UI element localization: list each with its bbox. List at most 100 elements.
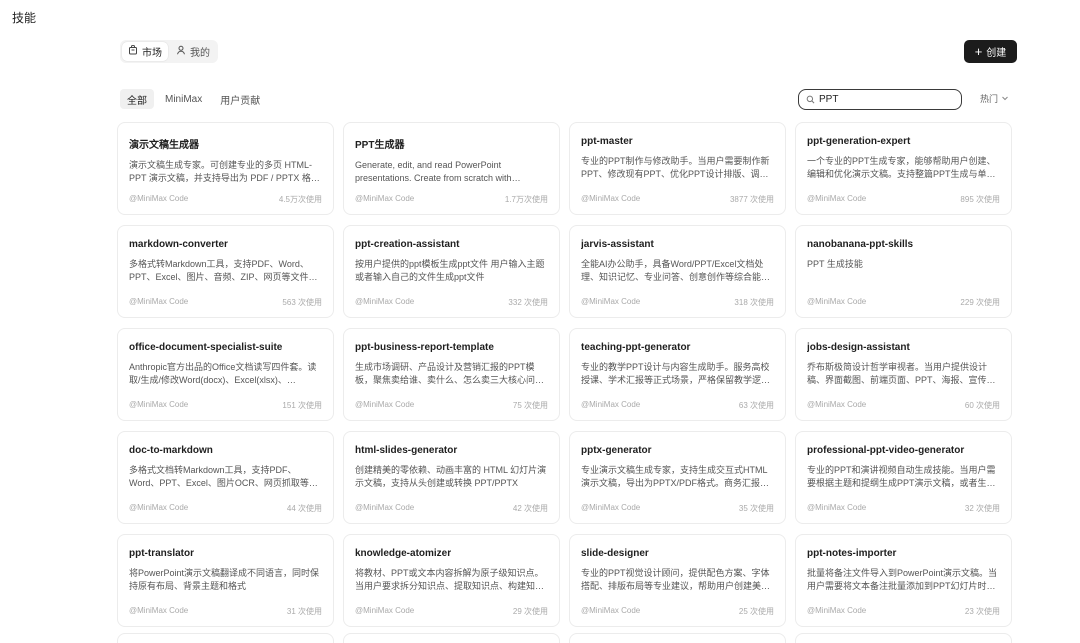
skill-card-footer: @MiniMax Code 332 次使用 (355, 297, 548, 308)
skill-card-usage-count: 895 次使用 (960, 195, 1000, 204)
skill-card-description: 专业的PPT视觉设计顾问，提供配色方案、字体搭配、排版布局等专业建议，帮助用户创… (581, 568, 771, 591)
top-toolbar: 市场 我的 + 创建 (120, 40, 1017, 63)
skill-card-author: @MiniMax Code (355, 194, 415, 203)
skill-card-title: doc-to-markdown (129, 445, 213, 456)
skill-card-description: 演示文稿生成专家。可创建专业的多页 HTML-PPT 演示文稿，并支持导出为 P… (129, 160, 312, 183)
skill-card[interactable]: markdown-converter 多格式转Markdown工具，支持PDF、W… (117, 225, 334, 318)
search-input[interactable] (819, 94, 949, 105)
tab-minimax[interactable]: MiniMax (158, 89, 209, 109)
skill-card-title: slide-designer (581, 548, 649, 559)
skill-card[interactable]: ppt-master 专业的PPT制作与修改助手。当用户需要制作新PPT、修改现有… (569, 122, 786, 215)
skill-card-usage-count: 60 次使用 (964, 401, 1000, 410)
market-mine-switch: 市场 我的 (120, 40, 218, 63)
skill-card-footer: @MiniMax Code 35 次使用 (581, 503, 774, 514)
skill-card-usage-count: 29 次使用 (512, 607, 548, 616)
skill-card[interactable]: ppt-business-report-template 生成市场调研、产品设计及… (343, 328, 560, 421)
skill-card[interactable]: jarvis-assistant 全能AI办公助手，具备Word/PPT/Exce… (569, 225, 786, 318)
mine-tab[interactable]: 我的 (170, 42, 216, 61)
skill-card-description: 专业的PPT制作与修改助手。当用户需要制作新PPT、修改现有PPT、优化PPT设… (581, 156, 770, 179)
skill-card-author: @MiniMax Code (129, 194, 189, 203)
skill-card-title: ppt-translator (129, 548, 194, 559)
skill-card-title: jarvis-assistant (581, 239, 654, 250)
skill-card-usage-count: 4.5万次使用 (278, 195, 322, 204)
skill-card-author: @MiniMax Code (129, 297, 189, 306)
skill-card-usage-count: 44 次使用 (286, 504, 322, 513)
skill-card[interactable]: ppt-generation-expert 一个专业的PPT生成专家，能够帮助用户… (795, 122, 1012, 215)
market-tab[interactable]: 市场 (122, 42, 168, 61)
skill-card-author: @MiniMax Code (355, 503, 415, 512)
sort-dropdown[interactable]: 热门 (980, 92, 1009, 105)
skill-card-author: @MiniMax Code (355, 297, 415, 306)
skill-card-description: 将PowerPoint演示文稿翻译成不同语言，同时保持原有布局、背景主题和格式 (129, 568, 320, 591)
create-button-label: 创建 (986, 48, 1007, 59)
skill-card-usage-count: 229 次使用 (960, 298, 1000, 307)
skill-card-grid: 演示文稿生成器 演示文稿生成专家。可创建专业的多页 HTML-PPT 演示文稿，并… (117, 122, 1014, 627)
skill-card-usage-count: 32 次使用 (964, 504, 1000, 513)
skill-card-usage-count: 318 次使用 (734, 298, 774, 307)
store-icon (128, 44, 138, 58)
skill-card[interactable]: ppt-notes-importer 批量将备注文件导入到PowerPoint演示… (795, 534, 1012, 627)
skill-card[interactable]: ppt-translator 将PowerPoint演示文稿翻译成不同语言，同时保… (117, 534, 334, 627)
skill-card[interactable]: ppt-creation-assistant 按用户提供的ppt模板生成ppt文件… (343, 225, 560, 318)
skill-card-author: @MiniMax Code (355, 400, 415, 409)
skill-card-usage-count: 35 次使用 (738, 504, 774, 513)
skill-card-footer: @MiniMax Code 32 次使用 (807, 503, 1000, 514)
user-icon (176, 45, 186, 58)
search-icon (806, 91, 815, 109)
skill-card-author: @MiniMax Code (581, 400, 641, 409)
skill-card[interactable]: nanobanana-ppt-skills PPT 生成技能 @MiniMax Co… (795, 225, 1012, 318)
skill-card-title: ppt-master (581, 136, 633, 147)
skill-card[interactable]: knowledge-atomizer 将教材、PPT或文本内容拆解为原子级知识点。… (343, 534, 560, 627)
skill-card[interactable]: jobs-design-assistant 乔布斯极简设计哲学审视者。当用户提供设… (795, 328, 1012, 421)
skill-card-footer: @MiniMax Code 60 次使用 (807, 400, 1000, 411)
skill-card-footer: @MiniMax Code 23 次使用 (807, 606, 1000, 617)
skill-card-author: @MiniMax Code (355, 606, 415, 615)
skill-card[interactable]: PPT生成器 Generate, edit, and read PowerPoin… (343, 122, 560, 215)
skill-card-author: @MiniMax Code (129, 503, 189, 512)
skill-card-description: 一个专业的PPT生成专家，能够帮助用户创建、编辑和优化演示文稿。支持整篇PPT生… (807, 156, 996, 179)
skill-card-usage-count: 25 次使用 (738, 607, 774, 616)
skill-card[interactable]: office-document-specialist-suite Anthropi… (117, 328, 334, 421)
skill-card-title: ppt-creation-assistant (355, 239, 460, 250)
skill-card-author: @MiniMax Code (807, 297, 867, 306)
skill-card-footer: @MiniMax Code 44 次使用 (129, 503, 322, 514)
skill-card-title: office-document-specialist-suite (129, 342, 283, 353)
skill-card-usage-count: 42 次使用 (512, 504, 548, 513)
skill-card-usage-count: 23 次使用 (964, 607, 1000, 616)
skill-card-author: @MiniMax Code (807, 400, 867, 409)
skill-card-footer: @MiniMax Code 318 次使用 (581, 297, 774, 308)
skill-card-description: 生成市场调研、产品设计及营销汇报的PPT模板，聚焦卖给谁、卖什么、怎么卖三大核心… (355, 362, 536, 385)
skill-card-description: 多格式文档转Markdown工具，支持PDF、Word、PPT、Excel、图片… (129, 465, 318, 488)
skill-card-description: 乔布斯极简设计哲学审视者。当用户提供设计稿、界面截图、前端页面、PPT、海报、宣… (807, 362, 996, 385)
skill-card-description: 多格式转Markdown工具，支持PDF、Word、PPT、Excel、图片、音… (129, 259, 318, 282)
skill-card-description: 专业演示文稿生成专家，支持生成交互式HTML演示文稿，导出为PPTX/PDF格式… (581, 465, 770, 488)
skill-card[interactable]: teaching-ppt-generator 专业的教学PPT设计与内容生成助手。… (569, 328, 786, 421)
filter-bar: 全部 MiniMax 用户贡献 热门 (120, 89, 1012, 111)
page-title: 技能 (12, 11, 37, 25)
tab-user-contributed[interactable]: 用户贡献 (213, 89, 267, 109)
search-box[interactable] (798, 89, 962, 110)
skill-card[interactable]: slide-designer 专业的PPT视觉设计顾问，提供配色方案、字体搭配、排… (569, 534, 786, 627)
skill-card-usage-count: 31 次使用 (286, 607, 322, 616)
tab-all[interactable]: 全部 (120, 89, 154, 109)
skill-card-usage-count: 3877 次使用 (729, 195, 774, 204)
skill-card[interactable]: professional-ppt-video-generator 专业的PPT和演… (795, 431, 1012, 524)
skill-card-usage-count: 75 次使用 (512, 401, 548, 410)
skill-card-description: PPT 生成技能 (807, 259, 863, 269)
skill-card-author: @MiniMax Code (807, 606, 867, 615)
skill-card-title: ppt-generation-expert (807, 136, 911, 147)
sort-label: 热门 (979, 94, 998, 104)
skill-card[interactable]: 演示文稿生成器 演示文稿生成专家。可创建专业的多页 HTML-PPT 演示文稿，并… (117, 122, 334, 215)
plus-icon: + (974, 43, 983, 59)
skill-card[interactable]: pptx-generator 专业演示文稿生成专家，支持生成交互式HTML演示文稿… (569, 431, 786, 524)
skill-card-title: knowledge-atomizer (355, 548, 452, 559)
skill-card-title: professional-ppt-video-generator (807, 445, 965, 456)
mine-tab-label: 我的 (190, 48, 210, 59)
skill-card[interactable]: html-slides-generator 创建精美的零依赖、动画丰富的 HTML… (343, 431, 560, 524)
skill-card[interactable]: doc-to-markdown 多格式文档转Markdown工具，支持PDF、Wo… (117, 431, 334, 524)
create-button[interactable]: + 创建 (964, 40, 1017, 63)
skill-card-usage-count: 563 次使用 (282, 298, 322, 307)
skill-card-footer: @MiniMax Code 151 次使用 (129, 400, 322, 411)
skill-card-description: 专业的教学PPT设计与内容生成助手。服务高校授课、学术汇报等正式场景，严格保留教… (581, 362, 770, 385)
skill-card-title: markdown-converter (129, 239, 228, 250)
